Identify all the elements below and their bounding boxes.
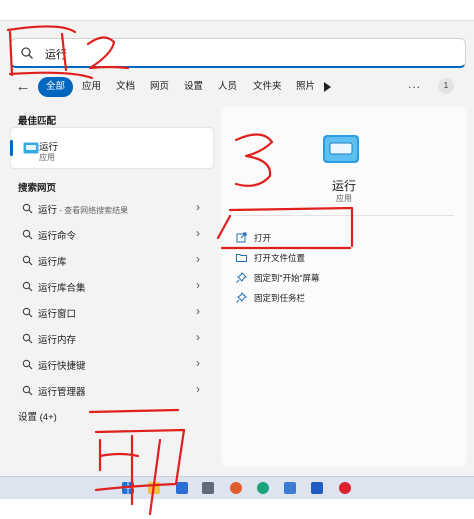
more-options-icon[interactable]: ... bbox=[408, 77, 421, 91]
search-icon bbox=[22, 307, 33, 318]
chevron-right-icon[interactable]: › bbox=[196, 278, 200, 292]
web-result-item[interactable]: 运行库合集 › bbox=[10, 274, 214, 298]
chevron-right-icon[interactable]: › bbox=[196, 226, 200, 240]
web-result-label: 运行窗口 bbox=[38, 309, 77, 320]
file-explorer-icon[interactable] bbox=[148, 482, 160, 494]
search-icon bbox=[22, 229, 33, 240]
pin-to-taskbar-action[interactable]: 固定到任务栏 bbox=[234, 290, 454, 308]
edge-icon[interactable] bbox=[257, 482, 269, 494]
search-input[interactable] bbox=[43, 44, 447, 64]
detail-app-name: 运行 bbox=[331, 179, 356, 193]
filter-chip-web[interactable]: 网页 bbox=[142, 77, 177, 97]
web-result-label: 运行 - 查看网络搜索结果 bbox=[38, 205, 129, 216]
chevron-right-icon[interactable]: › bbox=[196, 330, 200, 344]
best-match-heading: 最佳匹配 bbox=[18, 116, 57, 127]
web-result-subtext: - 查看网络搜索结果 bbox=[57, 206, 129, 215]
taskbar bbox=[0, 476, 474, 499]
web-result-item[interactable]: 运行命令 › bbox=[10, 222, 214, 246]
terminal-icon[interactable] bbox=[176, 482, 188, 494]
open-file-location-action[interactable]: 打开文件位置 bbox=[234, 250, 454, 268]
pin-icon bbox=[236, 272, 247, 283]
chevron-right-icon[interactable]: › bbox=[196, 252, 200, 266]
windows-start-icon[interactable] bbox=[122, 482, 134, 494]
open-action-label: 打开 bbox=[254, 233, 272, 243]
pin-to-taskbar-label: 固定到任务栏 bbox=[254, 293, 306, 303]
web-result-label: 运行库合集 bbox=[38, 283, 86, 294]
web-result-item[interactable]: 运行窗口 › bbox=[10, 300, 214, 324]
folder-icon bbox=[236, 254, 247, 262]
firefox-icon[interactable] bbox=[230, 482, 242, 494]
chevron-right-icon[interactable]: › bbox=[196, 382, 200, 396]
search-icon bbox=[22, 255, 33, 266]
filter-chip-settings[interactable]: 设置 bbox=[176, 77, 211, 97]
filter-chip-documents[interactable]: 文档 bbox=[108, 77, 143, 97]
top-strip bbox=[0, 0, 474, 20]
best-match-result[interactable]: 运行 应用 bbox=[10, 127, 214, 169]
open-file-location-label: 打开文件位置 bbox=[254, 253, 306, 263]
filter-row: ← 全部 应用 文档 网页 设置 人员 文件夹 照片 ... 1 bbox=[0, 76, 474, 98]
web-result-label: 运行管理器 bbox=[38, 387, 86, 398]
chevron-right-icon[interactable]: › bbox=[196, 200, 200, 214]
web-result-item[interactable]: 运行 - 查看网络搜索结果 › bbox=[10, 196, 214, 220]
filter-chip-people[interactable]: 人员 bbox=[210, 77, 245, 97]
search-icon bbox=[22, 333, 33, 344]
detail-pane: 运行 应用 打开 打开文件位置 固定到"开始"屏幕 固定到任务栏 bbox=[222, 107, 466, 467]
search-icon bbox=[22, 281, 33, 292]
count-badge[interactable]: 1 bbox=[438, 78, 454, 94]
open-action[interactable]: 打开 bbox=[234, 230, 454, 248]
settings-results-heading[interactable]: 设置 (4+) bbox=[18, 409, 57, 423]
detail-app-kind: 应用 bbox=[336, 194, 352, 203]
pin-to-start-action[interactable]: 固定到"开始"屏幕 bbox=[234, 270, 454, 288]
run-app-icon bbox=[323, 135, 359, 163]
search-icon bbox=[21, 47, 33, 59]
search-icon bbox=[22, 203, 33, 214]
open-external-icon bbox=[236, 232, 247, 243]
netease-music-icon[interactable] bbox=[339, 482, 351, 494]
web-result-item[interactable]: 运行库 › bbox=[10, 248, 214, 272]
best-match-name: 运行 bbox=[39, 142, 59, 153]
search-icon bbox=[22, 359, 33, 370]
web-result-label: 运行内存 bbox=[38, 335, 77, 346]
play-icon[interactable] bbox=[324, 82, 331, 92]
chevron-right-icon[interactable]: › bbox=[196, 304, 200, 318]
chevron-right-icon[interactable]: › bbox=[196, 356, 200, 370]
divider bbox=[234, 215, 454, 216]
search-icon bbox=[22, 385, 33, 396]
search-box[interactable] bbox=[10, 38, 466, 68]
web-result-item[interactable]: 运行内存 › bbox=[10, 326, 214, 350]
web-result-item[interactable]: 运行快捷键 › bbox=[10, 352, 214, 376]
run-app-icon bbox=[23, 142, 39, 154]
selection-indicator bbox=[10, 140, 13, 156]
web-search-heading: 搜索网页 bbox=[18, 183, 57, 194]
web-result-label: 运行库 bbox=[38, 257, 67, 268]
web-result-item[interactable]: 运行管理器 › bbox=[10, 378, 214, 402]
filter-chip-all[interactable]: 全部 bbox=[38, 77, 74, 97]
notepad-icon[interactable] bbox=[202, 482, 214, 494]
pin-icon bbox=[236, 292, 247, 303]
best-match-kind: 应用 bbox=[39, 153, 55, 162]
filter-chip-folders[interactable]: 文件夹 bbox=[245, 77, 290, 97]
filter-chip-apps[interactable]: 应用 bbox=[74, 77, 109, 97]
web-result-label: 运行快捷键 bbox=[38, 361, 86, 372]
filter-chip-photos[interactable]: 照片 bbox=[288, 77, 323, 97]
word-icon[interactable] bbox=[311, 482, 323, 494]
pin-to-start-label: 固定到"开始"屏幕 bbox=[254, 273, 320, 283]
back-arrow-icon[interactable]: ← bbox=[12, 78, 34, 96]
app-icon[interactable] bbox=[284, 482, 296, 494]
web-result-label: 运行命令 bbox=[38, 231, 77, 242]
